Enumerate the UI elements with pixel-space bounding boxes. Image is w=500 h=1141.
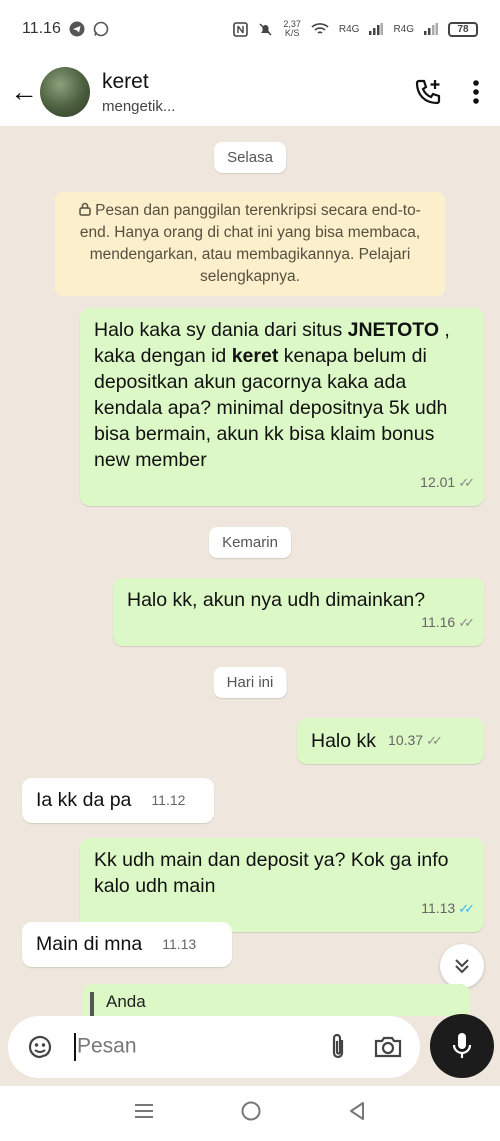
read-ticks-icon: ✓✓ [458,615,475,630]
message-meta: 11.13 ✓✓ [94,895,475,922]
chat-area[interactable]: Selasa Pesan dan panggilan terenkripsi s… [0,126,500,1016]
message-text: Kk udh main dan deposit ya? Kok ga info … [94,849,449,897]
message-meta: 11.16 ✓✓ [127,609,475,636]
message-time: 11.13 [162,936,197,952]
net-speed: 2,37 K/S [283,19,301,38]
avatar[interactable] [40,67,90,117]
message-text: Halo kk [311,730,377,752]
camera-icon [374,1036,402,1058]
message-time: 10.37 [388,732,424,748]
more-options-button[interactable] [452,68,500,116]
quoted-author: Anda [90,992,462,1016]
menu-lines-icon [134,1104,153,1118]
message-input-placeholder: Pesan [77,1034,137,1058]
status-bar: 11.16 2,37 K/S R4G R4G 78 [0,0,500,58]
phone-plus-icon [415,79,441,105]
read-ticks-icon: ✓✓ [458,475,475,490]
home-circle-icon [241,1101,261,1121]
message-time: 11.13 [421,900,456,916]
message-time: 11.12 [151,792,186,808]
message-text: Halo kaka sy dania dari situs JNETOTO , … [94,319,450,471]
encryption-notice[interactable]: Pesan dan panggilan terenkripsi secara e… [55,192,445,296]
scroll-to-bottom-button[interactable] [440,944,484,988]
date-chip-selasa: Selasa [214,142,286,173]
date-chip-hari-ini: Hari ini [213,667,287,698]
back-triangle-icon [350,1102,365,1120]
voice-message-button[interactable] [430,1014,494,1078]
mute-icon [259,22,272,36]
contact-info[interactable]: keret mengetik... [102,70,404,115]
text-caret [74,1033,76,1061]
home-button[interactable] [240,1100,262,1127]
chat-header: ← keret mengetik... [0,58,500,126]
message-outgoing[interactable]: Kk udh main dan deposit ya? Kok ga info … [80,838,484,932]
status-time: 11.16 [22,20,61,37]
telegram-icon [69,21,85,37]
message-outgoing[interactable]: Halo kaka sy dania dari situs JNETOTO , … [80,308,484,506]
message-incoming[interactable]: Ia kk da pa 11.12 [22,778,214,823]
message-meta: 10.37 ✓✓ [388,727,443,754]
camera-button[interactable] [368,1027,408,1067]
more-vert-icon [473,80,479,104]
composer: Pesan [0,1014,500,1086]
message-time: 11.16 [421,614,456,630]
system-nav-bar [0,1086,500,1141]
attach-button[interactable] [318,1027,358,1067]
back-button[interactable] [347,1100,367,1127]
signal-bars-icon [369,23,384,35]
date-chip-kemarin: Kemarin [209,527,291,558]
message-input[interactable]: Pesan [74,1033,318,1061]
double-chevron-down-icon [455,959,469,974]
paperclip-icon [332,1033,344,1059]
whatsapp-icon [93,21,109,37]
message-text: Ia kk da pa [36,789,132,811]
typing-status: mengetik... [102,97,176,115]
message-input-box[interactable]: Pesan [8,1016,420,1078]
sticker-icon [28,1035,52,1059]
message-text: Main di mna [36,933,143,955]
battery-icon: 78 [448,21,478,37]
contact-name: keret [102,69,149,93]
message-incoming[interactable]: Main di mna 11.13 [22,922,232,967]
add-call-button[interactable] [404,68,452,116]
lock-icon [79,202,91,216]
read-ticks-icon: ✓✓ [426,733,443,748]
signal-bars-icon [424,23,438,35]
message-text: Halo kk, akun nya udh dimainkan? [127,589,426,611]
message-time: 12.01 [420,474,456,490]
message-outgoing[interactable]: Halo kk, akun nya udh dimainkan? 11.16 ✓✓ [113,578,484,646]
signal-label-2: R4G [393,23,414,35]
microphone-icon [452,1033,472,1058]
read-ticks-icon: ✓✓ [458,901,475,916]
wifi-icon [311,23,329,34]
message-meta: 12.01 ✓✓ [94,469,475,496]
signal-label-1: R4G [338,23,360,35]
quoted-message-preview[interactable]: Anda [82,984,470,1016]
nfc-icon [233,21,249,37]
encryption-text: Pesan dan panggilan terenkripsi secara e… [79,202,421,285]
sticker-button[interactable] [20,1027,60,1067]
recents-button[interactable] [133,1102,155,1125]
message-outgoing[interactable]: Halo kk 10.37 ✓✓ [297,718,484,764]
